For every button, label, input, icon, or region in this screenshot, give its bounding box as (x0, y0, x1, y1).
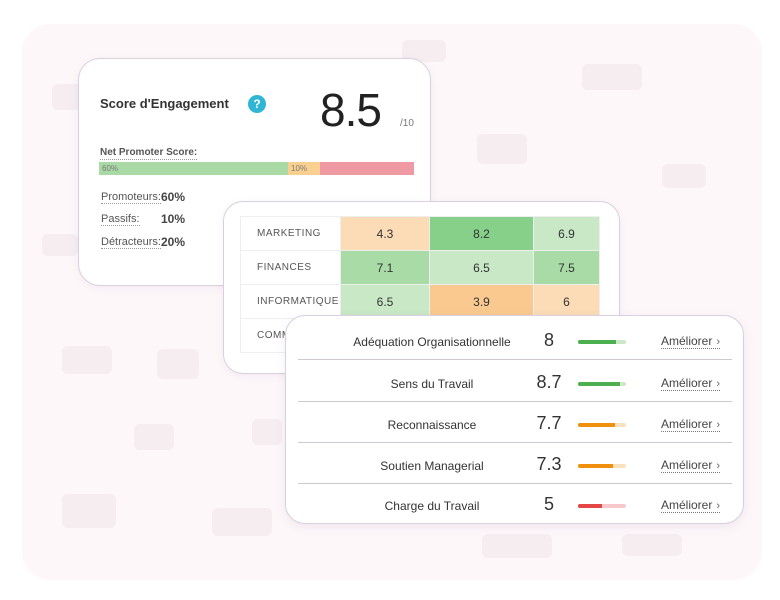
chevron-right-icon: › (716, 460, 721, 472)
blurred-element (662, 164, 706, 188)
chevron-right-icon: › (716, 500, 721, 512)
improve-link[interactable]: Améliorer › (661, 498, 721, 513)
heatmap-department-label: FINANCES (240, 250, 341, 285)
heatmap-department-label: INFORMATIQUE (240, 284, 341, 319)
blurred-element (62, 494, 116, 528)
dimension-progress-bar (578, 464, 626, 468)
promoters-row: Promoteurs: 60% (101, 190, 185, 204)
people-icon: 👥 (299, 328, 326, 355)
nps-passives-segment: 10% (288, 162, 320, 175)
blurred-element (252, 419, 282, 445)
engagement-score-title: Score d'Engagement (100, 96, 229, 111)
passives-value: 10% (161, 212, 186, 226)
heatmap-row: MARKETING 4.3 8.2 6.9 (240, 216, 600, 251)
dimension-row: ☕ Charge du Travail 5 Améliorer › (298, 484, 732, 524)
heatmap-cell: 3.9 (429, 284, 534, 319)
improve-link-label: Améliorer (661, 376, 713, 390)
dimension-progress-fill (578, 423, 615, 427)
dimension-progress-bar (578, 423, 626, 427)
improve-link[interactable]: Améliorer › (661, 334, 721, 349)
dimension-score: 7.7 (536, 413, 562, 433)
dimension-progress-fill (578, 382, 620, 386)
dimension-label: Sens du Travail (390, 377, 474, 391)
dimension-progress-bar (578, 504, 626, 508)
heatmap-cell: 4.3 (340, 216, 430, 251)
dimension-score: 8 (543, 330, 554, 350)
promoters-label: Promoteurs: (101, 191, 161, 204)
row-divider (298, 401, 732, 402)
engagement-dimensions-card: 👥 Adéquation Organisationnelle 8 Améliorer ›… (285, 315, 744, 524)
heatmap-cell: 8.2 (429, 216, 534, 251)
blurred-element (622, 534, 682, 556)
heatmap-cell: 6 (533, 284, 600, 319)
engagement-score-value: 8.5 (320, 84, 382, 136)
dimension-row: 👤 Reconnaissance 7.7 Améliorer › (298, 403, 732, 443)
dimension-progress-fill (578, 340, 617, 344)
dimension-progress-fill (578, 464, 614, 468)
person-icon: 👤 (299, 411, 326, 438)
blurred-element (582, 64, 642, 90)
nps-bar: 60% 10% (99, 162, 414, 175)
passives-label: Passifs: (101, 213, 140, 226)
detractors-row: Détracteurs: 20% (101, 235, 185, 249)
improve-link-label: Améliorer (661, 458, 713, 472)
dimension-label: Charge du Travail (384, 499, 480, 513)
nps-promoters-segment: 60% (99, 162, 288, 175)
dimension-row: 👤 Sens du Travail 8.7 Améliorer › (298, 362, 732, 402)
passives-row: Passifs: 10% (101, 212, 185, 226)
improve-link[interactable]: Améliorer › (661, 458, 721, 473)
blurred-element (157, 349, 199, 379)
heatmap-row: FINANCES 7.1 6.5 7.5 (240, 250, 600, 285)
heatmap-cell: 6.5 (340, 284, 430, 319)
blurred-element (482, 534, 552, 558)
improve-link-label: Améliorer (661, 498, 713, 512)
row-divider (298, 442, 732, 443)
improve-link-label: Améliorer (661, 334, 713, 348)
chevron-right-icon: › (716, 419, 721, 431)
promoters-value: 60% (161, 190, 186, 204)
person-icon: 👤 (299, 370, 326, 397)
question-mark-icon[interactable]: ? (248, 95, 266, 113)
dimension-row: 👤 Soutien Managerial 7.3 Améliorer › (298, 444, 732, 484)
nps-label: Net Promoter Score: (100, 147, 198, 160)
dimension-score: 7.3 (536, 454, 562, 474)
dimension-score: 8.7 (536, 372, 562, 392)
dimension-progress-bar (578, 382, 626, 386)
row-divider (298, 359, 732, 360)
heatmap-cell: 6.5 (429, 250, 534, 285)
blurred-element (212, 508, 272, 536)
improve-link[interactable]: Améliorer › (661, 376, 721, 391)
dimension-row: 👥 Adéquation Organisationnelle 8 Améliorer › (298, 320, 732, 360)
coffee-cup-icon: ☕ (299, 492, 326, 519)
heatmap-department-label: MARKETING (240, 216, 341, 251)
blurred-element (62, 346, 112, 374)
improve-link[interactable]: Améliorer › (661, 417, 721, 432)
dimension-label: Adéquation Organisationnelle (353, 335, 511, 349)
heatmap-row: INFORMATIQUE 6.5 3.9 6 (240, 284, 600, 319)
blurred-element (134, 424, 174, 450)
nps-detractors-segment (319, 162, 414, 175)
dimension-progress-bar (578, 340, 626, 344)
detractors-value: 20% (161, 235, 186, 249)
dimension-progress-fill (578, 504, 602, 508)
chevron-right-icon: › (716, 378, 721, 390)
engagement-score-max: /10 (400, 118, 414, 129)
blurred-element (477, 134, 527, 164)
improve-link-label: Améliorer (661, 417, 713, 431)
heatmap-cell: 7.1 (340, 250, 430, 285)
heatmap-cell: 6.9 (533, 216, 600, 251)
dimension-score: 5 (543, 494, 554, 514)
chevron-right-icon: › (716, 336, 721, 348)
detractors-label: Détracteurs: (101, 236, 161, 249)
blurred-element (42, 234, 78, 256)
heatmap-cell: 7.5 (533, 250, 600, 285)
dimension-label: Soutien Managerial (380, 459, 484, 473)
dimension-label: Reconnaissance (387, 418, 477, 432)
person-icon: 👤 (299, 452, 326, 479)
